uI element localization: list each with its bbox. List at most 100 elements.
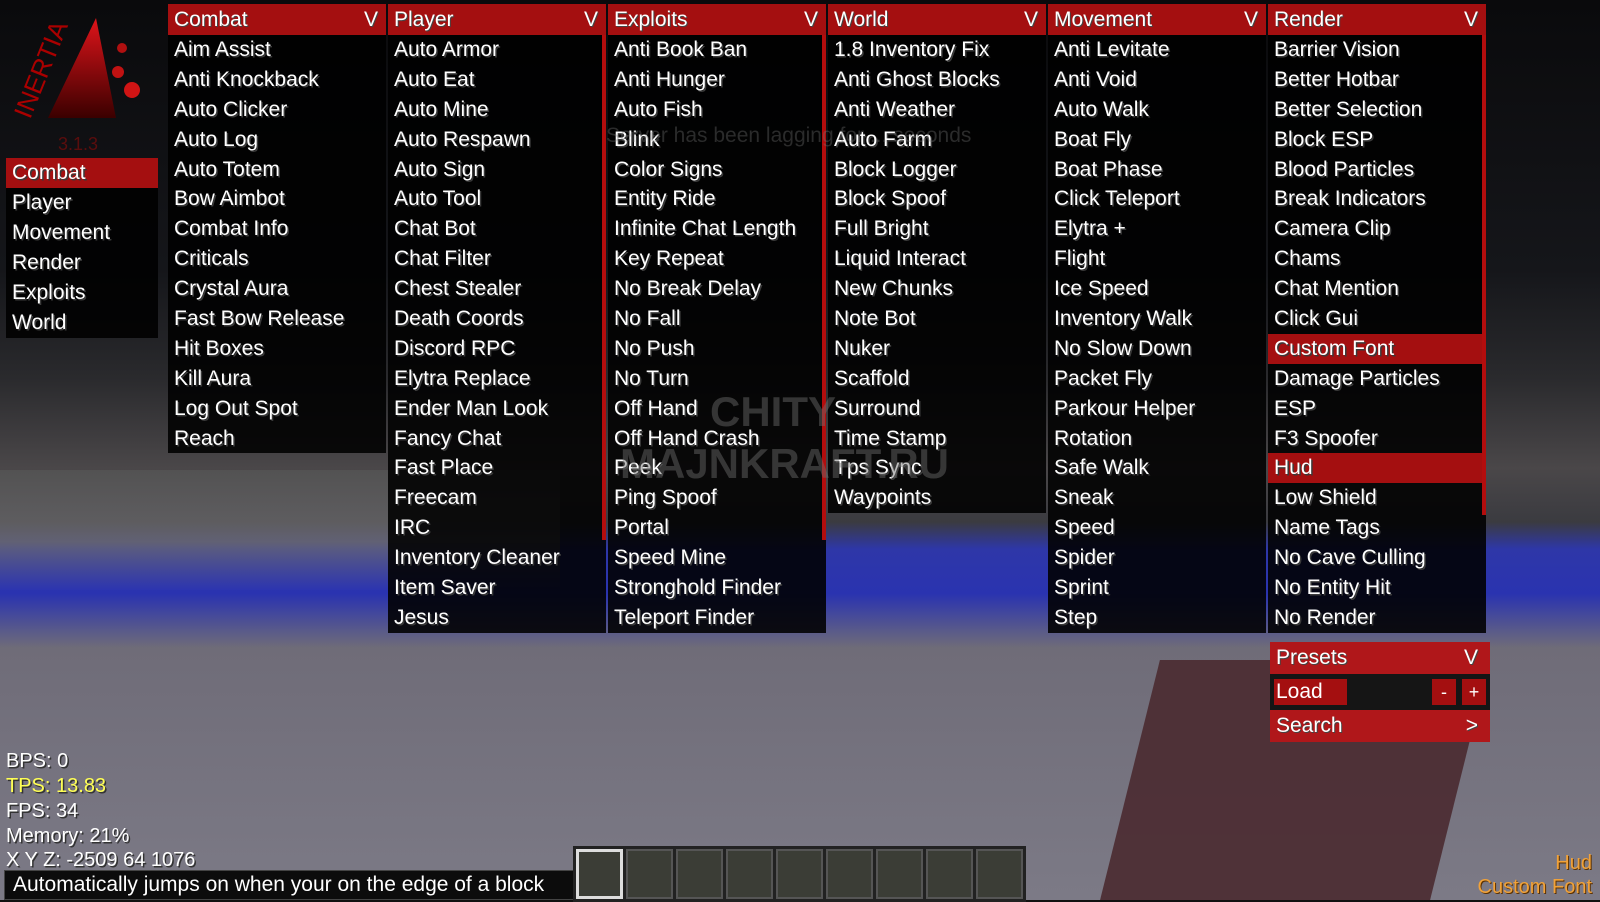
module-item[interactable]: No Break Delay: [608, 274, 826, 304]
module-item[interactable]: No Slow Down: [1048, 334, 1266, 364]
module-item[interactable]: Auto Respawn: [388, 125, 606, 155]
module-item[interactable]: Name Tags: [1268, 513, 1486, 543]
module-item[interactable]: Packet Fly: [1048, 364, 1266, 394]
module-item[interactable]: No Cave Culling: [1268, 543, 1486, 573]
module-item[interactable]: Click Teleport: [1048, 184, 1266, 214]
sidebar-item-world[interactable]: World: [6, 308, 158, 338]
module-item[interactable]: Auto Walk: [1048, 95, 1266, 125]
minus-button[interactable]: -: [1432, 679, 1456, 705]
scrollbar[interactable]: [602, 35, 606, 540]
module-item[interactable]: Speed Mine: [608, 543, 826, 573]
hotbar-slot[interactable]: [676, 849, 723, 899]
module-item[interactable]: Full Bright: [828, 214, 1046, 244]
module-item[interactable]: Block Logger: [828, 155, 1046, 185]
scrollbar[interactable]: [1482, 35, 1486, 515]
module-item[interactable]: Better Hotbar: [1268, 65, 1486, 95]
module-item[interactable]: IRC: [388, 513, 606, 543]
module-item[interactable]: Item Saver: [388, 573, 606, 603]
module-item[interactable]: Auto Eat: [388, 65, 606, 95]
module-item[interactable]: Key Repeat: [608, 244, 826, 274]
module-item[interactable]: No Push: [608, 334, 826, 364]
module-item[interactable]: Color Signs: [608, 155, 826, 185]
presets-header[interactable]: Presets V: [1270, 642, 1490, 674]
module-item[interactable]: Stronghold Finder: [608, 573, 826, 603]
module-item[interactable]: Portal: [608, 513, 826, 543]
module-item[interactable]: No Entity Hit: [1268, 573, 1486, 603]
module-item[interactable]: Chest Stealer: [388, 274, 606, 304]
column-header-player[interactable]: Player V: [388, 4, 606, 35]
hotbar-slot[interactable]: [576, 849, 623, 899]
module-item[interactable]: Camera Clip: [1268, 214, 1486, 244]
module-item[interactable]: Anti Void: [1048, 65, 1266, 95]
module-item[interactable]: Rotation: [1048, 424, 1266, 454]
module-item[interactable]: New Chunks: [828, 274, 1046, 304]
hotbar-slot[interactable]: [926, 849, 973, 899]
module-item[interactable]: Click Gui: [1268, 304, 1486, 334]
module-item[interactable]: Speed: [1048, 513, 1266, 543]
module-item[interactable]: Sneak: [1048, 483, 1266, 513]
module-item[interactable]: Combat Info: [168, 214, 386, 244]
module-item[interactable]: Bow Aimbot: [168, 184, 386, 214]
chevron-down-icon[interactable]: V: [1464, 8, 1478, 32]
chevron-down-icon[interactable]: V: [364, 8, 378, 32]
column-header-world[interactable]: World V: [828, 4, 1046, 35]
hotbar-slot[interactable]: [826, 849, 873, 899]
module-item[interactable]: Anti Ghost Blocks: [828, 65, 1046, 95]
module-item[interactable]: Elytra Replace: [388, 364, 606, 394]
module-item[interactable]: Auto Mine: [388, 95, 606, 125]
search-button[interactable]: Search >: [1270, 710, 1490, 742]
module-item[interactable]: Surround: [828, 394, 1046, 424]
column-header-combat[interactable]: Combat V: [168, 4, 386, 35]
module-item[interactable]: Auto Totem: [168, 155, 386, 185]
chevron-down-icon[interactable]: V: [1024, 8, 1038, 32]
module-item[interactable]: Death Coords: [388, 304, 606, 334]
hotbar-slot[interactable]: [876, 849, 923, 899]
module-item[interactable]: Custom Font: [1268, 333, 1486, 364]
module-item[interactable]: Barrier Vision: [1268, 35, 1486, 65]
column-header-movement[interactable]: Movement V: [1048, 4, 1266, 35]
chevron-down-icon[interactable]: V: [584, 8, 598, 32]
module-item[interactable]: Auto Log: [168, 125, 386, 155]
module-item[interactable]: Boat Fly: [1048, 125, 1266, 155]
module-item[interactable]: Break Indicators: [1268, 184, 1486, 214]
module-item[interactable]: Crystal Aura: [168, 274, 386, 304]
module-item[interactable]: Discord RPC: [388, 334, 606, 364]
module-item[interactable]: Hit Boxes: [168, 334, 386, 364]
module-item[interactable]: Elytra +: [1048, 214, 1266, 244]
module-item[interactable]: Chams: [1268, 244, 1486, 274]
module-item[interactable]: Anti Weather: [828, 95, 1046, 125]
sidebar-item-render[interactable]: Render: [6, 248, 158, 278]
module-item[interactable]: Parkour Helper: [1048, 394, 1266, 424]
module-item[interactable]: Low Shield: [1268, 483, 1486, 513]
hotbar-slot[interactable]: [626, 849, 673, 899]
module-item[interactable]: Sprint: [1048, 573, 1266, 603]
module-item[interactable]: No Render: [1268, 603, 1486, 633]
module-item[interactable]: Better Selection: [1268, 95, 1486, 125]
module-item[interactable]: Damage Particles: [1268, 364, 1486, 394]
module-item[interactable]: Fancy Chat: [388, 424, 606, 454]
module-item[interactable]: Ice Speed: [1048, 274, 1266, 304]
module-item[interactable]: Freecam: [388, 483, 606, 513]
column-header-exploits[interactable]: Exploits V: [608, 4, 826, 35]
module-item[interactable]: Chat Filter: [388, 244, 606, 274]
module-item[interactable]: Aim Assist: [168, 35, 386, 65]
module-item[interactable]: Infinite Chat Length: [608, 214, 826, 244]
module-item[interactable]: ESP: [1268, 394, 1486, 424]
module-item[interactable]: Reach: [168, 424, 386, 454]
module-item[interactable]: Auto Tool: [388, 184, 606, 214]
module-item[interactable]: Anti Levitate: [1048, 35, 1266, 65]
module-item[interactable]: Auto Armor: [388, 35, 606, 65]
module-item[interactable]: Anti Knockback: [168, 65, 386, 95]
module-item[interactable]: Ender Man Look: [388, 394, 606, 424]
module-item[interactable]: Auto Fish: [608, 95, 826, 125]
module-item[interactable]: Scaffold: [828, 364, 1046, 394]
module-item[interactable]: F3 Spoofer: [1268, 424, 1486, 454]
module-item[interactable]: Anti Book Ban: [608, 35, 826, 65]
module-item[interactable]: Block Spoof: [828, 184, 1046, 214]
module-item[interactable]: Inventory Walk: [1048, 304, 1266, 334]
module-item[interactable]: No Fall: [608, 304, 826, 334]
sidebar-item-exploits[interactable]: Exploits: [6, 278, 158, 308]
module-item[interactable]: Log Out Spot: [168, 394, 386, 424]
module-item[interactable]: Fast Place: [388, 453, 606, 483]
module-item[interactable]: 1.8 Inventory Fix: [828, 35, 1046, 65]
